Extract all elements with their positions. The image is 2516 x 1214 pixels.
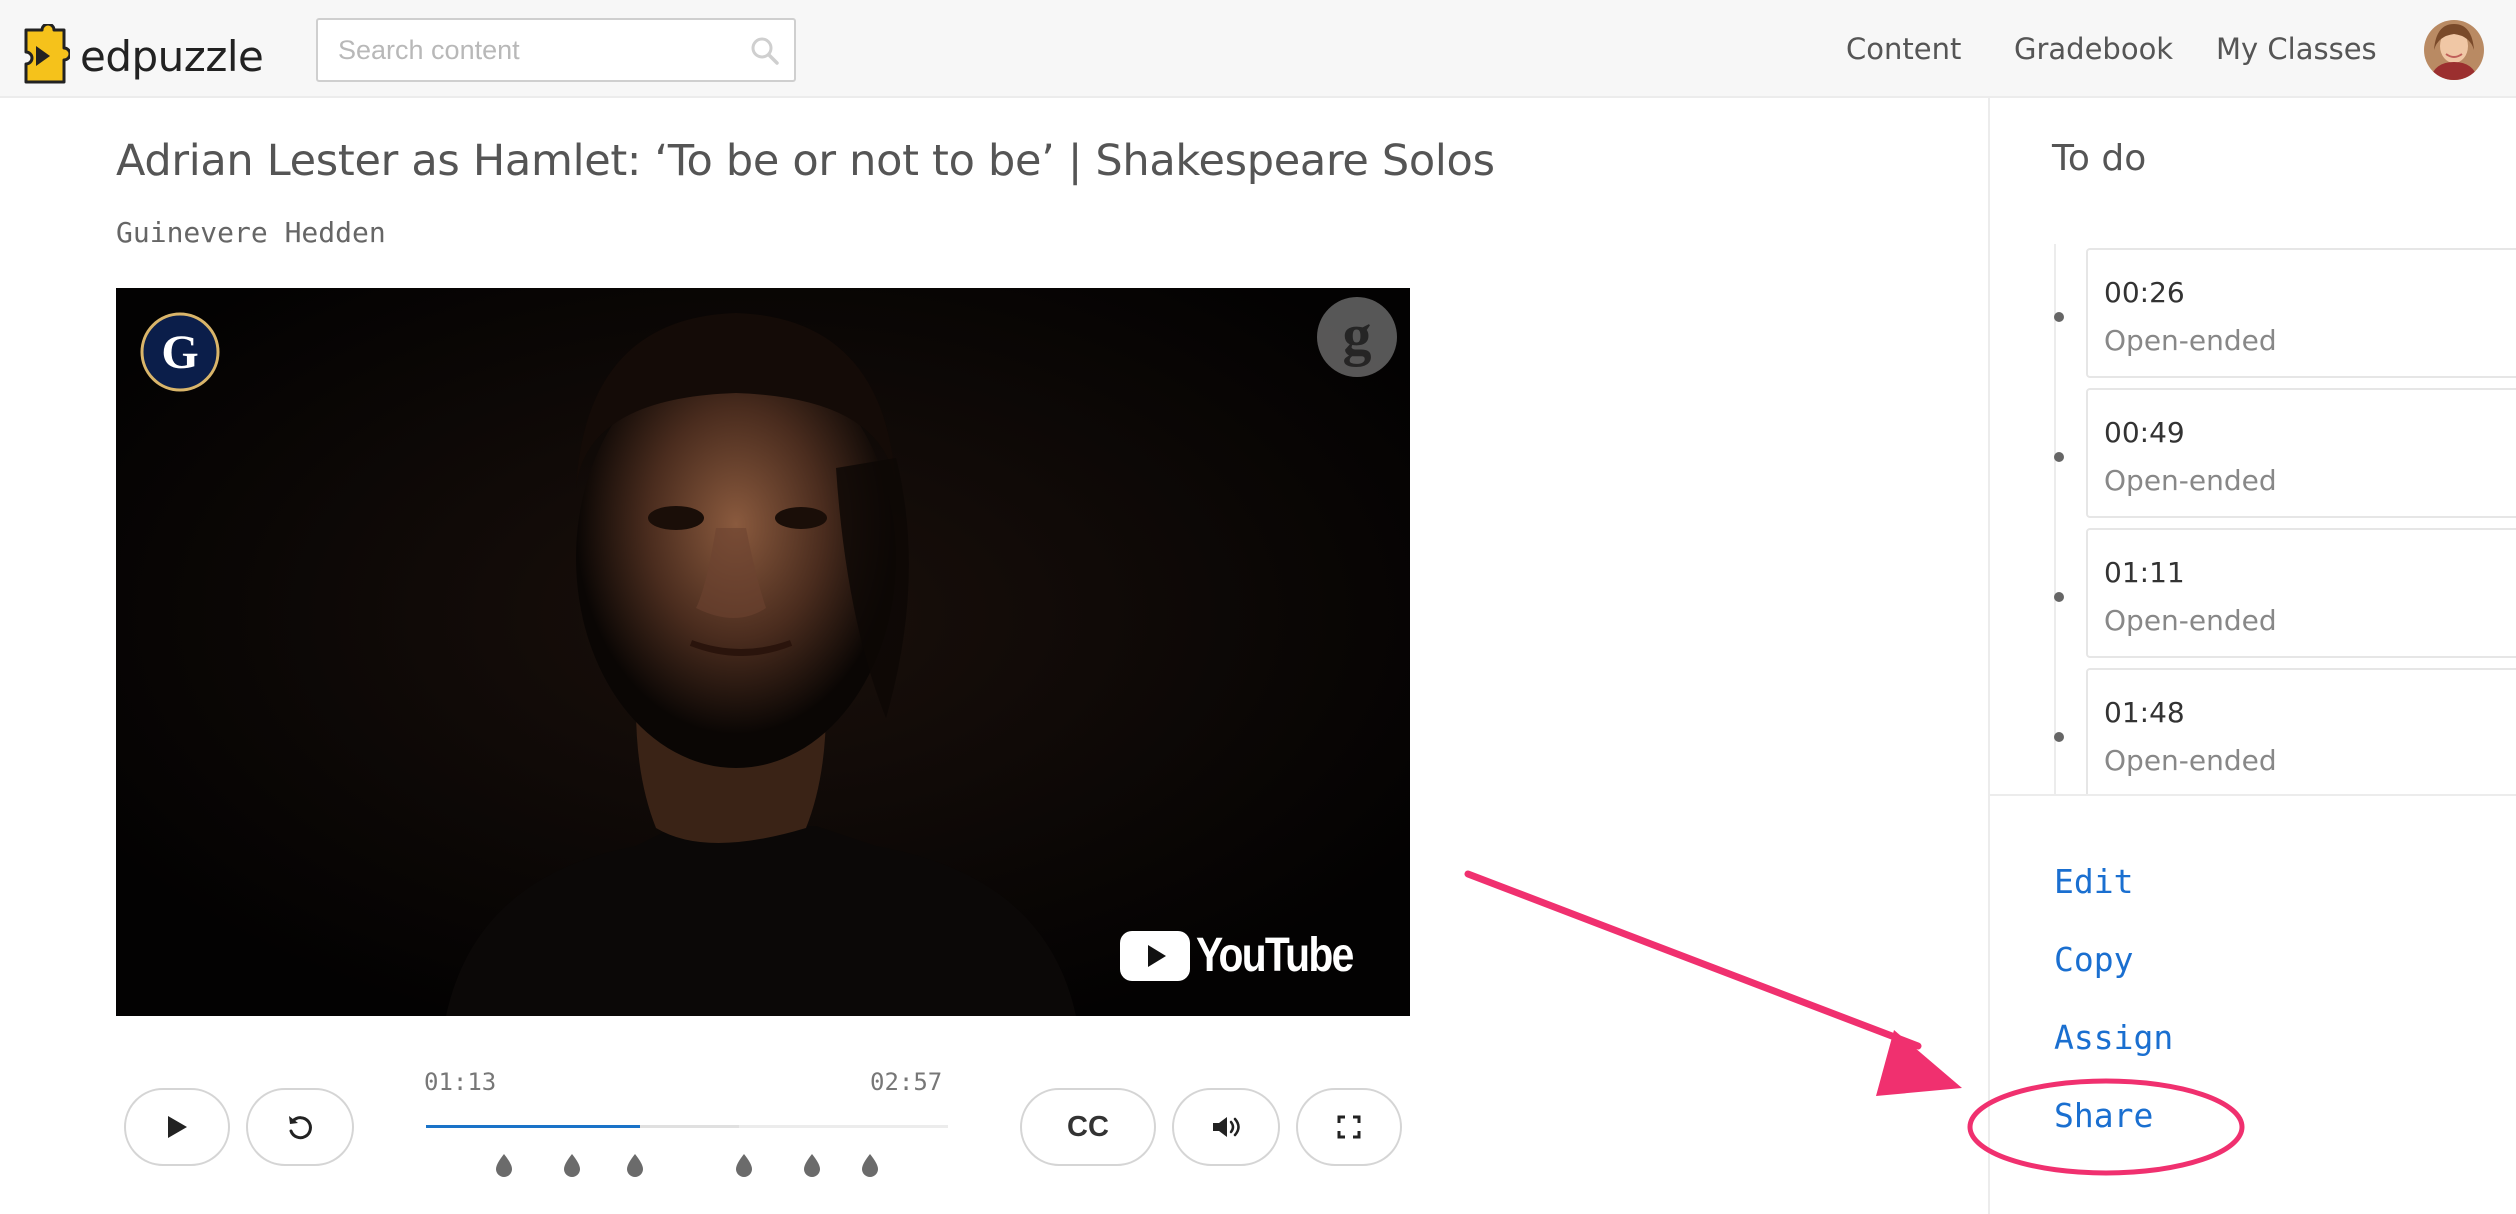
question-type: Open-ended <box>2104 464 2277 497</box>
panel-divider <box>1990 794 2516 796</box>
question-type: Open-ended <box>2104 744 2277 777</box>
youtube-play-icon <box>1119 930 1190 981</box>
replay-icon <box>289 1116 312 1140</box>
search-input[interactable] <box>338 30 738 70</box>
play-icon <box>168 1116 187 1138</box>
progress-fill <box>426 1125 640 1128</box>
edpuzzle-logo[interactable]: edpuzzle <box>18 24 264 88</box>
replay-button[interactable] <box>246 1088 354 1166</box>
question-card[interactable]: 01:11 Open-ended <box>2054 528 2516 658</box>
share-link[interactable]: Share <box>2054 1096 2153 1135</box>
question-time: 01:11 <box>2104 556 2185 589</box>
video-author: Guinevere Hedden <box>116 216 386 249</box>
search-box[interactable] <box>316 18 796 82</box>
question-marker-icon[interactable] <box>625 1152 645 1178</box>
todo-heading: To do <box>2052 138 2147 179</box>
question-marker-icon[interactable] <box>562 1152 582 1178</box>
youtube-label: YouTube <box>1195 929 1354 982</box>
volume-icon <box>1213 1117 1240 1137</box>
svg-text:g: g <box>1343 302 1372 367</box>
play-button[interactable] <box>124 1088 230 1166</box>
fullscreen-button[interactable] <box>1296 1088 1402 1166</box>
top-header: edpuzzle Content Gradebook My Classes <box>0 0 2516 98</box>
video-frame-image <box>116 288 1410 1016</box>
fullscreen-icon <box>1337 1115 1361 1139</box>
copy-link[interactable]: Copy <box>2054 940 2133 979</box>
current-time: 01:13 <box>424 1068 497 1096</box>
puzzle-logo-icon <box>24 24 70 84</box>
volume-button[interactable] <box>1172 1088 1280 1166</box>
guardian-badge-icon: G <box>140 312 220 392</box>
svg-text:G: G <box>161 326 198 379</box>
annotation-arrow <box>1464 870 1962 1096</box>
timeline-dot <box>2054 732 2064 742</box>
total-time: 02:57 <box>870 1068 943 1096</box>
question-type: Open-ended <box>2104 324 2277 357</box>
assign-link[interactable]: Assign <box>2054 1018 2173 1057</box>
question-time: 00:49 <box>2104 416 2185 449</box>
nav-gradebook[interactable]: Gradebook <box>2014 0 2173 98</box>
question-type: Open-ended <box>2104 604 2277 637</box>
question-card[interactable]: 00:26 Open-ended <box>2054 248 2516 378</box>
nav-content[interactable]: Content <box>1846 0 1961 98</box>
video-player[interactable]: G g YouTube <box>116 288 1410 1016</box>
search-icon[interactable] <box>750 36 780 66</box>
edit-link[interactable]: Edit <box>2054 862 2133 901</box>
timeline-dot <box>2054 592 2064 602</box>
question-card[interactable]: 01:48 Open-ended <box>2054 668 2516 794</box>
timeline-dot <box>2054 312 2064 322</box>
nav-my-classes[interactable]: My Classes <box>2216 0 2377 98</box>
logo-text: edpuzzle <box>80 31 264 81</box>
progress-bar[interactable] <box>426 1125 948 1128</box>
question-time: 00:26 <box>2104 276 2185 309</box>
question-marker-icon[interactable] <box>860 1152 880 1178</box>
question-marker-icon[interactable] <box>802 1152 822 1178</box>
youtube-logo[interactable]: YouTube <box>1119 928 1380 983</box>
timeline-line <box>2054 244 2056 794</box>
question-list[interactable]: 00:26 Open-ended 00:49 Open-ended 01:11 … <box>1988 244 2516 794</box>
question-time: 01:48 <box>2104 696 2185 729</box>
guardian-corner-icon: g <box>1317 297 1397 377</box>
user-avatar[interactable] <box>2424 20 2484 80</box>
closed-captions-button[interactable]: CC <box>1020 1088 1156 1166</box>
question-marker-icon[interactable] <box>734 1152 754 1178</box>
timeline-dot <box>2054 452 2064 462</box>
question-marker-icon[interactable] <box>494 1152 514 1178</box>
question-card[interactable]: 00:49 Open-ended <box>2054 388 2516 518</box>
video-title: Adrian Lester as Hamlet: ‘To be or not t… <box>116 136 1495 186</box>
